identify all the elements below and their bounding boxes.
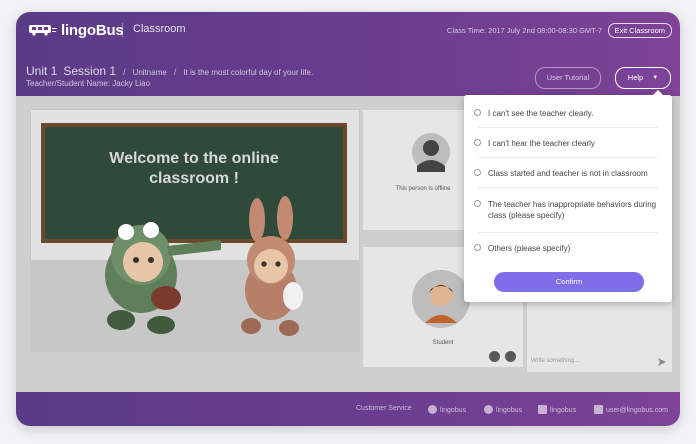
divider [478, 232, 658, 233]
phone-text: lingobus [440, 407, 467, 414]
confirm-button[interactable]: Confirm [494, 272, 644, 292]
phone-icon [428, 405, 437, 414]
help-option[interactable]: Others (please specify) [474, 243, 662, 254]
mail-contact[interactable]: user@lingobus.com [594, 405, 668, 414]
student-label: Student [432, 340, 454, 346]
welcome-line-1: Welcome to the online [109, 150, 279, 167]
help-button[interactable]: Help ▼ [615, 67, 671, 89]
send-icon[interactable] [658, 358, 666, 366]
lesson-title: Unit 1 Session 1 / Unitname / It is the … [26, 64, 313, 78]
radio-button[interactable] [474, 244, 481, 251]
teacher-student-name: Teacher/Student Name: Jacky Liao [26, 79, 151, 88]
customer-service-label: Customer Service [356, 405, 412, 412]
help-option-label: Class started and teacher is not in clas… [488, 169, 648, 178]
teacher-avatar-icon [412, 133, 450, 172]
session-label: Session 1 [63, 64, 117, 78]
top-bar: lingoBus Classroom Class Time: 2017 July… [16, 12, 680, 48]
logo-text: lingoBus [61, 21, 124, 39]
class-time: Class Time: 2017 July 2nd 08:00-08:30 GM… [446, 26, 602, 35]
radio-button[interactable] [474, 109, 481, 116]
app-window: lingoBus Classroom Class Time: 2017 July… [16, 12, 680, 426]
help-label: Help [627, 73, 644, 82]
radio-button[interactable] [474, 169, 481, 176]
phone-contact[interactable]: lingobus [428, 405, 466, 414]
facebook-contact[interactable]: lingobus [538, 405, 576, 414]
help-dropdown: I can't see the teacher clearly. I can't… [464, 90, 672, 302]
exit-classroom-button[interactable]: Exit Classroom [607, 23, 672, 38]
skype-contact[interactable]: lingobus [484, 405, 522, 414]
divider [478, 127, 658, 128]
facebook-text: lingobus [550, 407, 577, 414]
help-option[interactable]: The teacher has inappropriate behaviors … [474, 199, 662, 221]
help-option[interactable]: Class started and teacher is not in clas… [474, 168, 662, 179]
camera-icon[interactable] [489, 351, 500, 362]
unit-label: Unit 1 [26, 64, 58, 78]
caret-down-icon: ▼ [652, 75, 659, 81]
unitname-label: Unitname [132, 68, 167, 77]
help-option[interactable]: I can't see the teacher clearly. [474, 108, 662, 119]
help-option-label: I can't see the teacher clearly. [488, 109, 594, 118]
chat-input[interactable]: Write something... [531, 354, 666, 368]
gear-icon[interactable] [505, 351, 516, 362]
header-divider [122, 23, 123, 37]
breadcrumb-separator: / [173, 67, 177, 77]
user-tutorial-button[interactable]: User Tutorial [535, 67, 601, 89]
bus-icon [29, 25, 57, 36]
footer: Customer Service lingobus lingobus lingo… [16, 402, 680, 422]
logo: lingoBus [28, 21, 124, 39]
help-option-label: Others (please specify) [488, 244, 571, 253]
section-title: Classroom [133, 23, 186, 35]
radio-button[interactable] [474, 200, 481, 207]
lesson-subtitle: It is the most colorful day of your life… [183, 68, 314, 77]
help-option-label: I can't hear the teacher clearly [488, 139, 595, 148]
mail-icon [594, 405, 603, 414]
divider [478, 157, 658, 158]
courseware-panel: Welcome to the online classroom ! [30, 109, 360, 352]
facebook-icon [538, 405, 547, 414]
help-option-label: The teacher has inappropriate behaviors … [488, 200, 657, 220]
mail-text: user@lingobus.com [606, 407, 668, 414]
help-option[interactable]: I can't hear the teacher clearly [474, 138, 662, 149]
breadcrumb-separator: / [123, 67, 126, 77]
divider [478, 187, 658, 188]
cartoon-kids-illustration [105, 196, 303, 336]
radio-button[interactable] [474, 139, 481, 146]
student-avatar-icon [412, 270, 470, 328]
skype-text: lingobus [496, 407, 523, 414]
skype-icon [484, 405, 493, 414]
